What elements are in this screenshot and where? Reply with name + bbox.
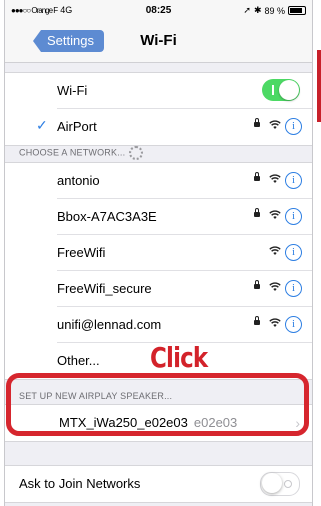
network-row[interactable]: antonio i bbox=[5, 163, 312, 199]
network-row[interactable]: Bbox-A7AC3A3E i bbox=[5, 199, 312, 235]
navigation-bar: Settings Wi-Fi bbox=[5, 20, 312, 63]
info-icon[interactable]: i bbox=[285, 208, 302, 225]
location-icon: ➚ bbox=[243, 5, 251, 15]
info-icon[interactable]: i bbox=[285, 316, 302, 333]
wifi-signal-icon bbox=[269, 318, 281, 327]
network-row[interactable]: FreeWifi_secure i bbox=[5, 271, 312, 307]
highlight-frame bbox=[6, 373, 309, 436]
other-label: Other... bbox=[57, 353, 100, 368]
ask-to-join-label: Ask to Join Networks bbox=[19, 476, 141, 491]
network-row[interactable]: FreeWifi i bbox=[5, 235, 312, 271]
lock-icon bbox=[254, 208, 260, 217]
click-annotation-label: Click bbox=[150, 341, 208, 374]
toggle-off-mark bbox=[284, 480, 292, 488]
connected-network-name: AirPort bbox=[57, 119, 97, 134]
toggle-knob bbox=[262, 473, 282, 493]
loading-spinner-icon bbox=[129, 146, 144, 160]
info-icon[interactable]: i bbox=[285, 280, 302, 297]
ask-to-join-group: Ask to Join Networks bbox=[5, 465, 312, 503]
annotation-edge-mark bbox=[317, 50, 321, 122]
network-name: FreeWifi_secure bbox=[57, 281, 152, 296]
wifi-signal-icon bbox=[269, 174, 281, 183]
lock-icon bbox=[254, 118, 260, 127]
wifi-signal-icon bbox=[269, 120, 281, 129]
connected-network-row[interactable]: ✓ AirPort i bbox=[5, 109, 312, 145]
wifi-signal-icon bbox=[269, 210, 281, 219]
status-bar: ●●●○○ Orange F 4G 08:25 ➚ ✱ 89 % bbox=[5, 0, 312, 20]
wifi-signal-icon bbox=[269, 246, 281, 255]
page-title: Wi-Fi bbox=[140, 32, 177, 49]
checkmark-icon: ✓ bbox=[36, 117, 48, 133]
bluetooth-icon: ✱ bbox=[253, 5, 262, 15]
info-icon[interactable]: i bbox=[285, 118, 302, 135]
ask-to-join-toggle[interactable] bbox=[260, 472, 300, 496]
network-name: FreeWifi bbox=[57, 245, 106, 260]
toggle-on-mark bbox=[272, 85, 274, 95]
wifi-label: Wi-Fi bbox=[57, 83, 88, 98]
battery-percent: 89 % bbox=[264, 5, 285, 16]
wifi-toggle-row: Wi-Fi bbox=[5, 73, 312, 109]
toggle-knob bbox=[279, 80, 299, 100]
ask-to-join-row: Ask to Join Networks bbox=[5, 466, 312, 502]
network-name: Bbox-A7AC3A3E bbox=[57, 209, 157, 224]
network-row[interactable]: unifi@lennad.com i bbox=[5, 307, 312, 343]
network-name: antonio bbox=[57, 173, 100, 188]
choose-network-header: CHOOSE A NETWORK... bbox=[19, 146, 144, 160]
lock-icon bbox=[254, 280, 260, 289]
wifi-signal-icon bbox=[269, 282, 281, 291]
info-icon[interactable]: i bbox=[285, 172, 302, 189]
battery-icon bbox=[288, 6, 306, 15]
lock-icon bbox=[254, 172, 260, 181]
wifi-toggle[interactable] bbox=[262, 79, 300, 101]
wifi-status-group: Wi-Fi ✓ AirPort i bbox=[5, 72, 312, 146]
info-icon[interactable]: i bbox=[285, 244, 302, 261]
network-name: unifi@lennad.com bbox=[57, 317, 162, 332]
choose-network-header-text: CHOOSE A NETWORK... bbox=[19, 147, 126, 158]
lock-icon bbox=[254, 316, 260, 325]
